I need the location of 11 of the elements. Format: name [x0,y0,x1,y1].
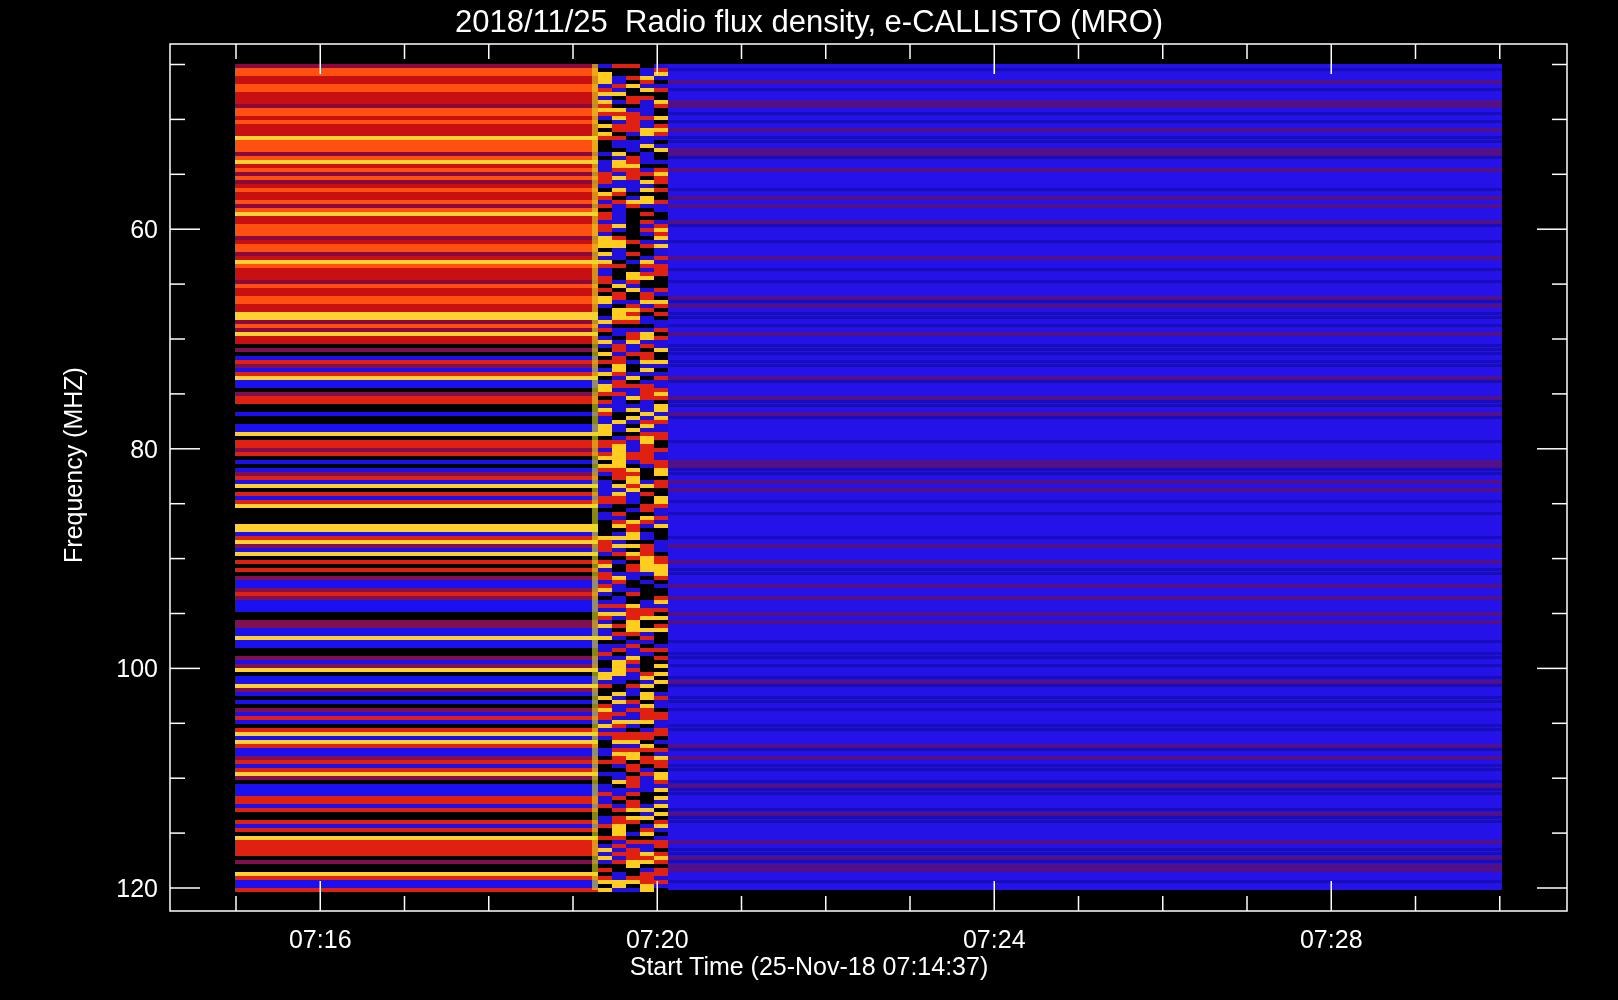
y-tick-label: 60 [130,215,158,244]
y-axis-label: Frequency (MHZ) [59,367,87,563]
x-tick-label: 07:16 [288,925,352,948]
y-tick-label: 120 [116,874,158,902]
x-tick-label: 07:20 [625,925,689,948]
x-tick-label: 07:24 [962,925,1026,948]
x-axis-label: Start Time (25-Nov-18 07:14:37) [629,953,989,979]
y-tick-label: 80 [130,434,158,463]
x-tick-label: 07:28 [1299,925,1363,948]
y-tick-label: 100 [116,654,158,683]
chart-title: 2018/11/25 Radio flux density, e-CALLISTO (MRO) [454,6,1164,37]
